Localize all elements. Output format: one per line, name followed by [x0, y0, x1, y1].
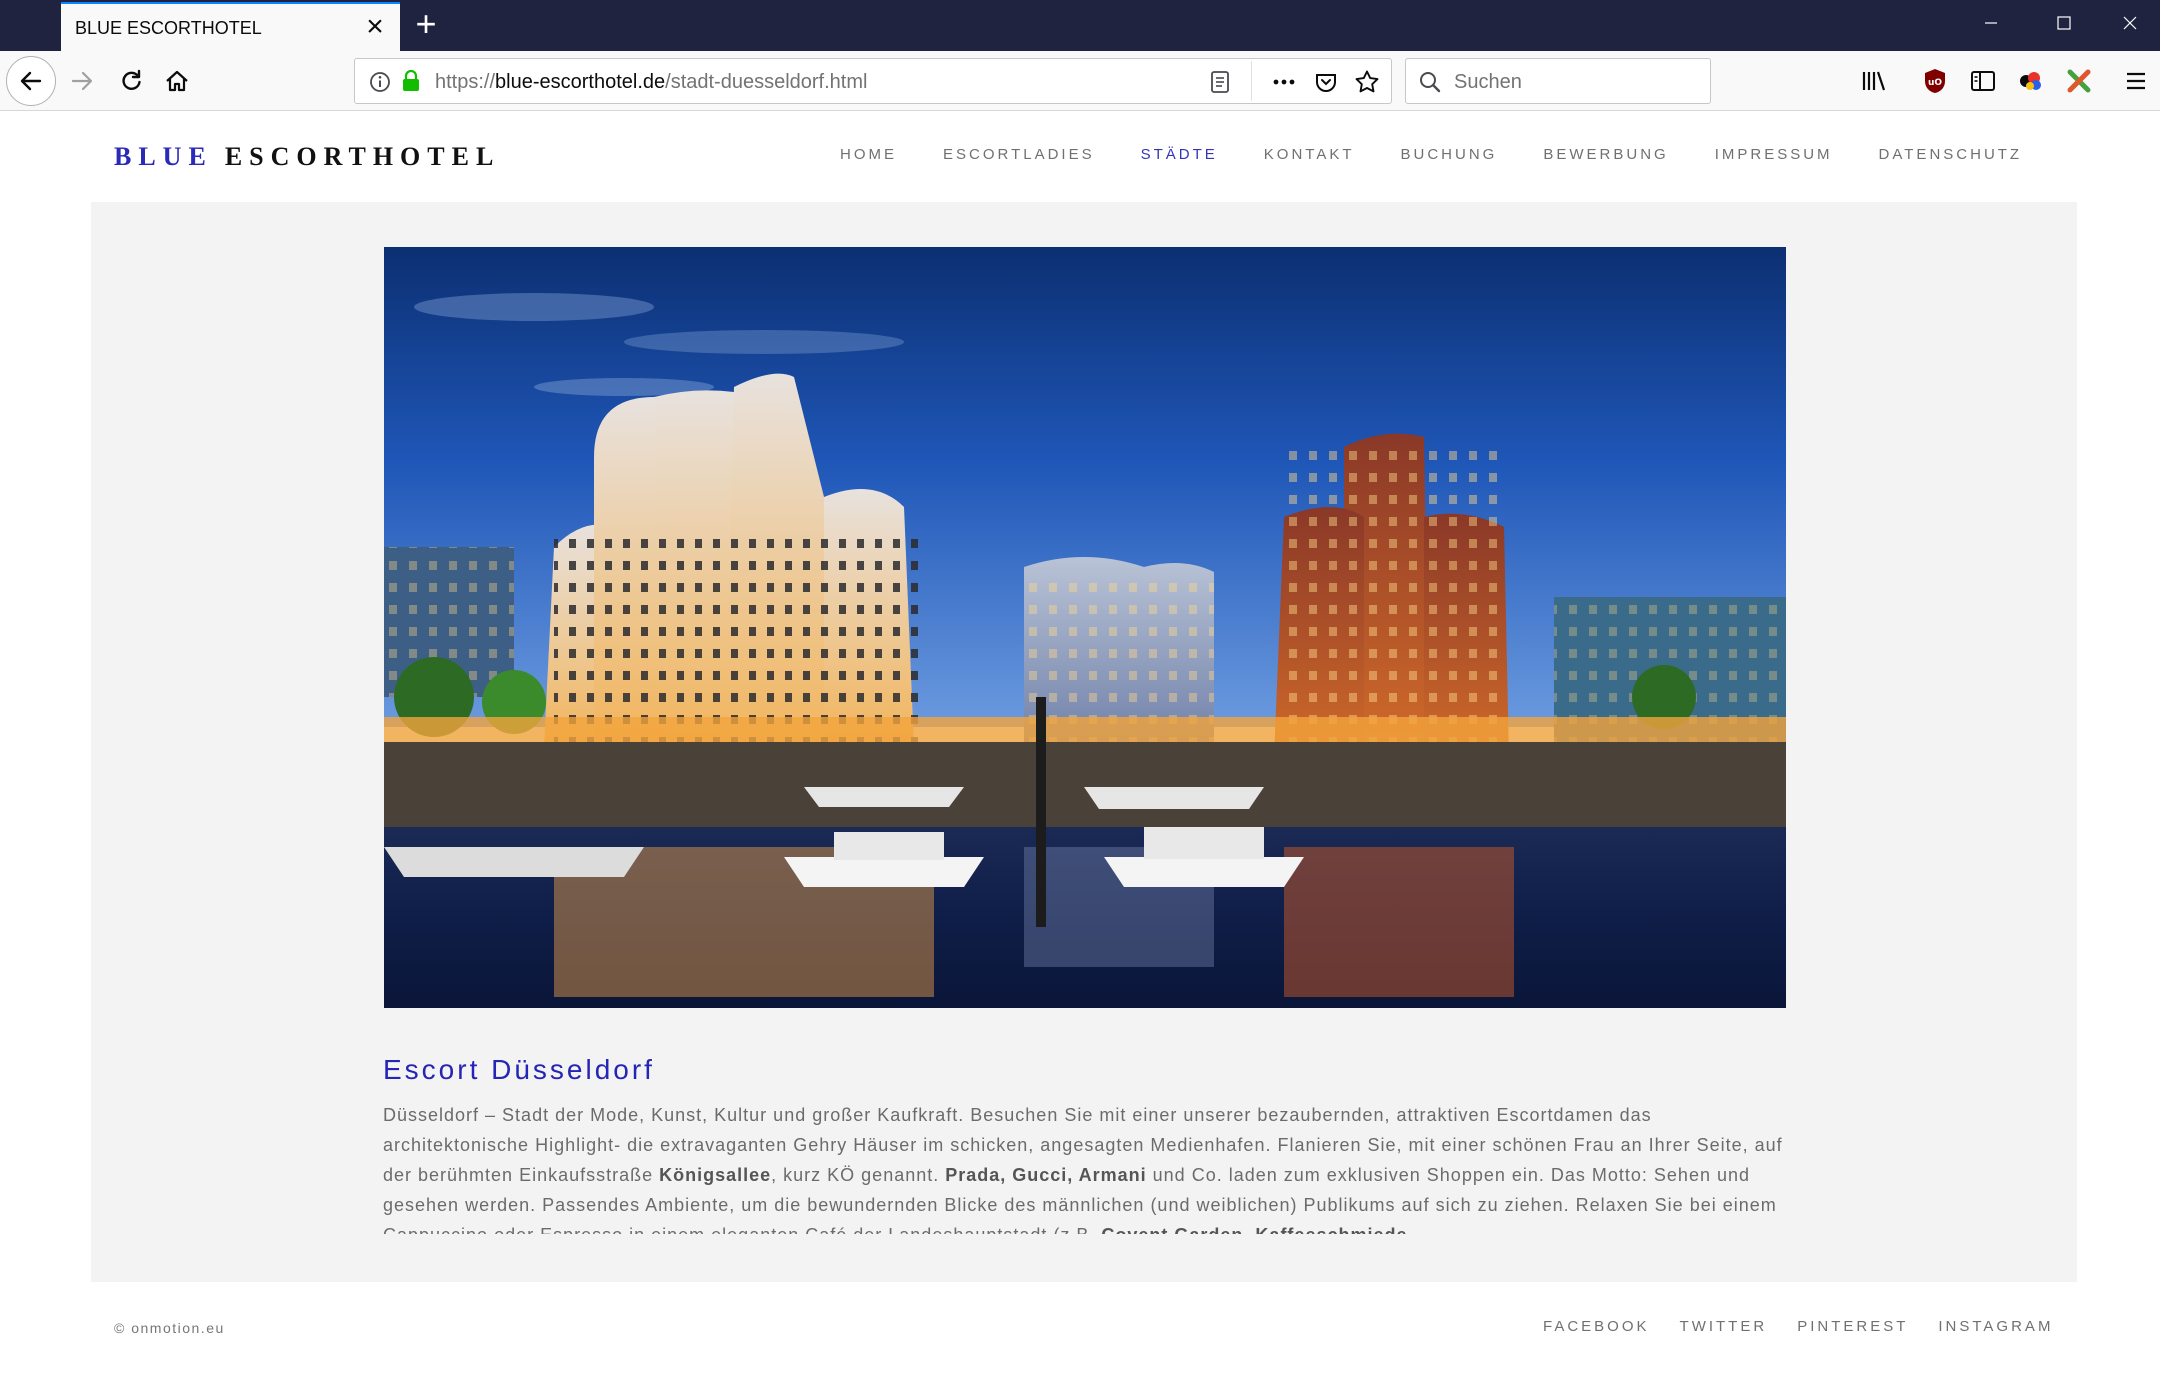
menu-button[interactable]: [2116, 61, 2156, 101]
reload-button[interactable]: [111, 61, 151, 101]
article-bold-koenigsallee: Königsallee: [659, 1165, 772, 1185]
lock-icon[interactable]: [400, 69, 422, 98]
browser-tab[interactable]: BLUE ESCORTHOTEL ×: [61, 2, 400, 51]
extension-button-2[interactable]: [2059, 61, 2099, 101]
bookmark-star-icon[interactable]: [1354, 69, 1380, 100]
nav-item-kontakt[interactable]: KONTAKT: [1264, 146, 1355, 170]
extension-button[interactable]: [2011, 61, 2051, 101]
nav-item-home[interactable]: HOME: [840, 146, 897, 170]
minimize-icon: [1985, 22, 1997, 24]
url-bar[interactable]: https://blue-escorthotel.de/stadt-duesse…: [354, 58, 1392, 104]
footer-social-links: FACEBOOK TWITTER PINTEREST INSTAGRAM: [1543, 1318, 2053, 1335]
forward-button[interactable]: [62, 61, 102, 101]
nav-item-buchung[interactable]: BUCHUNG: [1401, 146, 1498, 170]
library-button[interactable]: [1854, 61, 1894, 101]
home-button[interactable]: [157, 61, 197, 101]
maximize-icon: [2057, 16, 2071, 30]
minimize-button[interactable]: [1961, 0, 2021, 51]
library-icon: [1862, 71, 1886, 91]
article-text: Düsseldorf – Stadt der Mode, Kunst, Kult…: [383, 1100, 1793, 1234]
search-input[interactable]: Suchen: [1454, 71, 1522, 94]
hero-image: [384, 247, 1786, 1008]
home-icon: [166, 70, 188, 92]
article-bold-cafes: Covent Garden, Kaffeeschmiede: [1101, 1225, 1407, 1234]
footer-link-twitter[interactable]: TWITTER: [1680, 1318, 1768, 1335]
pocket-icon[interactable]: [1314, 70, 1338, 99]
close-tab-icon[interactable]: ×: [361, 10, 389, 44]
nav-toolbar: https://blue-escorthotel.de/stadt-duesse…: [0, 51, 2160, 111]
divider: [1251, 61, 1252, 101]
footer-link-facebook[interactable]: FACEBOOK: [1543, 1318, 1650, 1335]
close-window-button[interactable]: [2100, 0, 2160, 51]
main-nav: HOME ESCORTLADIES STÄDTE KONTAKT BUCHUNG…: [840, 146, 2022, 170]
article-heading: Escort Düsseldorf: [383, 1054, 655, 1085]
hamburger-icon: [2127, 72, 2145, 90]
extension-balls-icon: [2020, 72, 2041, 90]
logo-blue-text: BLUE: [114, 142, 213, 171]
maximize-button[interactable]: [2034, 0, 2094, 51]
article-bold-brands: Prada, Gucci, Armani: [945, 1165, 1147, 1185]
nav-item-datenschutz[interactable]: DATENSCHUTZ: [1879, 146, 2023, 170]
new-tab-button[interactable]: +: [408, 6, 444, 44]
nav-item-escortladies[interactable]: ESCORTLADIES: [943, 146, 1095, 170]
article-text-part: , kurz KÖ genannt.: [771, 1165, 946, 1185]
sidebar-button[interactable]: [1963, 61, 2003, 101]
svg-text:uO: uO: [1928, 78, 1942, 88]
logo-rest-text: ESCORTHOTEL: [224, 142, 501, 171]
footer-link-instagram[interactable]: INSTAGRAM: [1938, 1318, 2053, 1335]
reader-view-icon[interactable]: [1209, 70, 1231, 99]
duesseldorf-harbor-photo: [384, 247, 1786, 1008]
ublock-button[interactable]: uO: [1915, 61, 1955, 101]
nav-item-impressum[interactable]: IMPRESSUM: [1715, 146, 1833, 170]
cross-extension-icon: [2067, 69, 2091, 93]
tab-title: BLUE ESCORTHOTEL: [75, 18, 262, 38]
arrow-left-icon: [20, 71, 42, 91]
nav-item-staedte[interactable]: STÄDTE: [1141, 146, 1218, 170]
sidebar-icon: [1971, 71, 1995, 91]
search-bar[interactable]: Suchen: [1405, 58, 1711, 104]
copyright[interactable]: © onmotion.eu: [114, 1320, 225, 1336]
arrow-right-icon: [71, 71, 93, 91]
url-text[interactable]: https://blue-escorthotel.de/stadt-duesse…: [435, 71, 867, 94]
nav-item-bewerbung[interactable]: BEWERBUNG: [1543, 146, 1668, 170]
footer-link-pinterest[interactable]: PINTEREST: [1797, 1318, 1908, 1335]
page-actions-icon[interactable]: [1271, 71, 1297, 98]
site-logo[interactable]: BLUE ESCORTHOTEL: [114, 142, 500, 172]
close-window-icon: [2123, 16, 2137, 30]
search-icon: [1418, 70, 1442, 99]
reload-icon: [122, 69, 141, 90]
tab-strip: BLUE ESCORTHOTEL × +: [0, 0, 2160, 51]
ublock-shield-icon: uO: [1925, 69, 1945, 93]
back-button[interactable]: [6, 56, 56, 106]
info-icon[interactable]: [369, 71, 391, 98]
